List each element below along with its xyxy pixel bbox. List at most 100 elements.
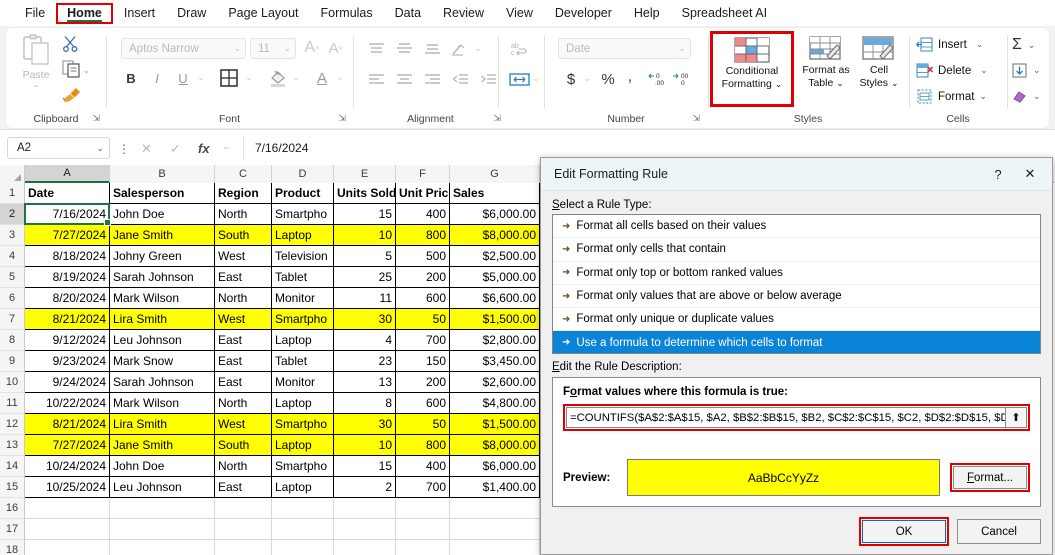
cancel-button[interactable]: Cancel xyxy=(957,519,1041,544)
row-header-1[interactable]: 1 xyxy=(0,183,25,204)
empty-cell[interactable] xyxy=(396,498,450,519)
header-cell[interactable]: Region xyxy=(215,183,272,204)
align-top-icon[interactable] xyxy=(364,38,388,60)
data-cell[interactable]: Leu Johnson xyxy=(110,477,215,498)
data-cell[interactable]: 10/22/2024 xyxy=(25,393,110,414)
confirm-entry-icon[interactable]: ✓ xyxy=(170,141,181,157)
ribbon-tab-data[interactable]: Data xyxy=(384,3,432,24)
ribbon-tab-file[interactable]: File xyxy=(14,3,56,24)
row-header-6[interactable]: 6 xyxy=(0,288,25,309)
data-cell[interactable]: $3,450.00 xyxy=(450,351,540,372)
empty-cell[interactable] xyxy=(450,498,540,519)
cancel-entry-icon[interactable]: ✕ xyxy=(141,141,152,157)
align-middle-icon[interactable] xyxy=(392,38,416,60)
data-cell[interactable]: 8/21/2024 xyxy=(25,414,110,435)
empty-cell[interactable] xyxy=(272,519,334,540)
font-size-combo[interactable]: 11 ⌄ xyxy=(250,38,296,59)
name-box[interactable]: A2 ⌄ xyxy=(7,137,110,159)
data-cell[interactable]: 8/21/2024 xyxy=(25,309,110,330)
italic-icon[interactable]: I xyxy=(147,68,167,88)
row-header-9[interactable]: 9 xyxy=(0,351,25,372)
format-cells-button[interactable]: Format ⌄ xyxy=(916,89,987,104)
data-cell[interactable]: 9/12/2024 xyxy=(25,330,110,351)
empty-cell[interactable] xyxy=(215,519,272,540)
data-cell[interactable]: South xyxy=(215,435,272,456)
data-cell[interactable]: 2 xyxy=(334,477,396,498)
data-cell[interactable]: $6,600.00 xyxy=(450,288,540,309)
data-cell[interactable]: 25 xyxy=(334,267,396,288)
cut-icon[interactable] xyxy=(62,35,96,57)
chevron-down-icon[interactable]: ⌄ xyxy=(1033,65,1041,76)
percent-format-icon[interactable]: % xyxy=(598,68,618,90)
row-header-18[interactable]: 18 xyxy=(0,540,25,555)
rule-type-item[interactable]: ➜ Format only values that are above or be… xyxy=(553,285,1040,309)
row-header-16[interactable]: 16 xyxy=(0,498,25,519)
rule-type-item[interactable]: ➜ Format only cells that contain xyxy=(553,238,1040,262)
cell-styles-button[interactable]: Cell Styles ⌄ xyxy=(855,36,903,102)
data-cell[interactable]: North xyxy=(215,288,272,309)
data-cell[interactable]: East xyxy=(215,267,272,288)
ribbon-tab-insert[interactable]: Insert xyxy=(113,3,166,24)
data-cell[interactable]: 10 xyxy=(334,435,396,456)
rule-type-item[interactable]: ➜ Format only top or bottom ranked values xyxy=(553,262,1040,285)
data-cell[interactable]: Sarah Johnson xyxy=(110,267,215,288)
data-cell[interactable]: Tablet xyxy=(272,267,334,288)
data-cell[interactable]: Lira Smith xyxy=(110,309,215,330)
data-cell[interactable]: Mark Snow xyxy=(110,351,215,372)
row-header-12[interactable]: 12 xyxy=(0,414,25,435)
column-header-D[interactable]: D xyxy=(272,165,334,183)
currency-format-icon[interactable]: $ xyxy=(562,68,580,90)
empty-cell[interactable] xyxy=(110,498,215,519)
header-cell[interactable]: Sales xyxy=(450,183,540,204)
data-cell[interactable]: Mark Wilson xyxy=(110,288,215,309)
data-cell[interactable]: Sarah Johnson xyxy=(110,372,215,393)
data-cell[interactable]: Monitor xyxy=(272,288,334,309)
rule-type-list[interactable]: ➜ Format all cells based on their values ➜… xyxy=(552,214,1041,354)
data-cell[interactable]: 150 xyxy=(396,351,450,372)
empty-cell[interactable] xyxy=(450,519,540,540)
conditional-formatting-button[interactable]: Conditional Formatting ⌄ xyxy=(715,36,789,102)
data-cell[interactable]: 8 xyxy=(334,393,396,414)
empty-cell[interactable] xyxy=(110,540,215,555)
column-header-G[interactable]: G xyxy=(450,165,540,183)
column-header-F[interactable]: F xyxy=(396,165,450,183)
empty-cell[interactable] xyxy=(25,498,110,519)
data-cell[interactable]: 200 xyxy=(396,372,450,393)
row-header-13[interactable]: 13 xyxy=(0,435,25,456)
rule-type-item[interactable]: ➜ Format only unique or duplicate values xyxy=(553,308,1040,332)
data-cell[interactable]: 8/20/2024 xyxy=(25,288,110,309)
empty-cell[interactable] xyxy=(272,498,334,519)
borders-dropdown-caret[interactable]: ⌄ xyxy=(243,70,255,84)
data-cell[interactable]: $2,600.00 xyxy=(450,372,540,393)
data-cell[interactable]: 400 xyxy=(396,456,450,477)
data-cell[interactable]: 700 xyxy=(396,330,450,351)
row-header-8[interactable]: 8 xyxy=(0,330,25,351)
data-cell[interactable]: $2,500.00 xyxy=(450,246,540,267)
header-cell[interactable]: Salesperson xyxy=(110,183,215,204)
data-cell[interactable]: East xyxy=(215,372,272,393)
underline-dropdown-caret[interactable]: ⌄ xyxy=(195,70,207,84)
data-cell[interactable]: 200 xyxy=(396,267,450,288)
paste-button[interactable]: Paste ⌄ xyxy=(14,34,58,98)
font-name-combo[interactable]: Aptos Narrow ⌄ xyxy=(121,38,246,59)
column-header-A[interactable]: A xyxy=(25,165,110,183)
empty-cell[interactable] xyxy=(334,519,396,540)
data-cell[interactable]: Laptop xyxy=(272,393,334,414)
select-all-corner[interactable] xyxy=(0,165,25,183)
data-cell[interactable]: 9/24/2024 xyxy=(25,372,110,393)
number-dialog-launcher[interactable]: ⇲ xyxy=(692,113,700,124)
row-header-7[interactable]: 7 xyxy=(0,309,25,330)
data-cell[interactable]: $1,400.00 xyxy=(450,477,540,498)
decrease-font-size-icon[interactable]: A ˅ xyxy=(325,37,347,59)
orientation-icon[interactable] xyxy=(448,38,472,60)
data-cell[interactable]: Johny Green xyxy=(110,246,215,267)
paste-dropdown-caret[interactable]: ⌄ xyxy=(33,81,40,89)
data-cell[interactable]: 15 xyxy=(334,204,396,225)
ribbon-tab-help[interactable]: Help xyxy=(623,3,671,24)
rule-type-item[interactable]: ➜ Use a formula to determine which cells … xyxy=(553,331,1040,353)
range-picker-icon[interactable]: ⬆ xyxy=(1006,407,1027,428)
data-cell[interactable]: $6,000.00 xyxy=(450,204,540,225)
format-button[interactable]: Format... xyxy=(953,466,1027,489)
empty-cell[interactable] xyxy=(25,540,110,555)
data-cell[interactable]: $6,000.00 xyxy=(450,456,540,477)
